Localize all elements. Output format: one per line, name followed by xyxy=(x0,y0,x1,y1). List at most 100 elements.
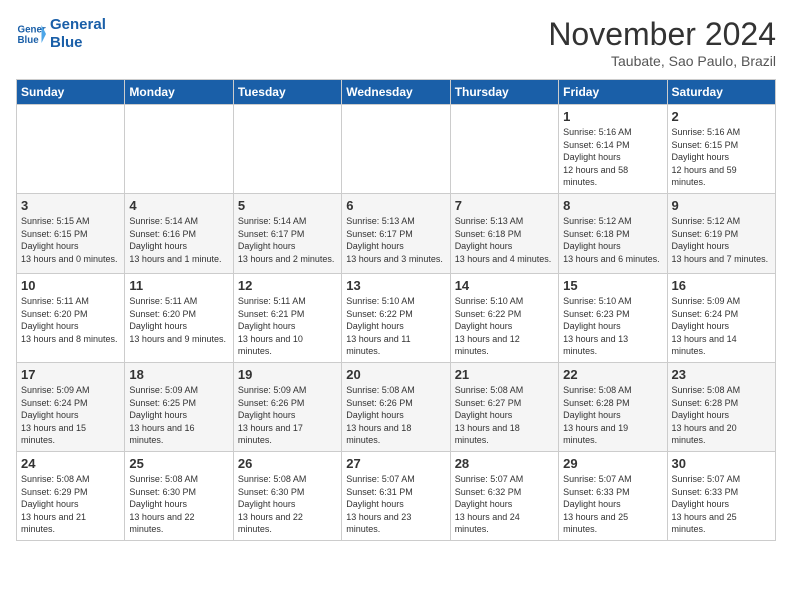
day-cell xyxy=(450,105,558,194)
day-cell: 16 Sunrise: 5:09 AM Sunset: 6:24 PM Dayl… xyxy=(667,273,775,362)
day-cell: 24 Sunrise: 5:08 AM Sunset: 6:29 PM Dayl… xyxy=(17,451,125,540)
day-cell: 27 Sunrise: 5:07 AM Sunset: 6:31 PM Dayl… xyxy=(342,451,450,540)
month-title: November 2024 xyxy=(548,16,776,53)
day-info: Sunrise: 5:10 AM Sunset: 6:22 PM Dayligh… xyxy=(346,295,445,358)
day-cell xyxy=(233,105,341,194)
day-number: 23 xyxy=(672,367,771,382)
day-cell: 23 Sunrise: 5:08 AM Sunset: 6:28 PM Dayl… xyxy=(667,362,775,451)
day-number: 25 xyxy=(129,456,228,471)
day-info: Sunrise: 5:14 AM Sunset: 6:16 PM Dayligh… xyxy=(129,215,228,265)
day-number: 29 xyxy=(563,456,662,471)
calendar-table: SundayMondayTuesdayWednesdayThursdayFrid… xyxy=(16,79,776,541)
day-number: 30 xyxy=(672,456,771,471)
day-number: 8 xyxy=(563,198,662,213)
day-cell: 8 Sunrise: 5:12 AM Sunset: 6:18 PM Dayli… xyxy=(559,193,667,273)
col-header-friday: Friday xyxy=(559,80,667,105)
day-info: Sunrise: 5:08 AM Sunset: 6:29 PM Dayligh… xyxy=(21,473,120,536)
day-cell: 13 Sunrise: 5:10 AM Sunset: 6:22 PM Dayl… xyxy=(342,273,450,362)
day-cell: 30 Sunrise: 5:07 AM Sunset: 6:33 PM Dayl… xyxy=(667,451,775,540)
day-number: 12 xyxy=(238,278,337,293)
day-cell: 14 Sunrise: 5:10 AM Sunset: 6:22 PM Dayl… xyxy=(450,273,558,362)
day-cell: 9 Sunrise: 5:12 AM Sunset: 6:19 PM Dayli… xyxy=(667,193,775,273)
day-info: Sunrise: 5:12 AM Sunset: 6:19 PM Dayligh… xyxy=(672,215,771,265)
day-number: 20 xyxy=(346,367,445,382)
day-number: 21 xyxy=(455,367,554,382)
day-info: Sunrise: 5:16 AM Sunset: 6:15 PM Dayligh… xyxy=(672,126,771,189)
day-cell: 4 Sunrise: 5:14 AM Sunset: 6:16 PM Dayli… xyxy=(125,193,233,273)
col-header-thursday: Thursday xyxy=(450,80,558,105)
day-cell: 22 Sunrise: 5:08 AM Sunset: 6:28 PM Dayl… xyxy=(559,362,667,451)
day-cell: 11 Sunrise: 5:11 AM Sunset: 6:20 PM Dayl… xyxy=(125,273,233,362)
day-info: Sunrise: 5:15 AM Sunset: 6:15 PM Dayligh… xyxy=(21,215,120,265)
day-number: 7 xyxy=(455,198,554,213)
week-row-1: 1 Sunrise: 5:16 AM Sunset: 6:14 PM Dayli… xyxy=(17,105,776,194)
day-number: 28 xyxy=(455,456,554,471)
day-info: Sunrise: 5:07 AM Sunset: 6:31 PM Dayligh… xyxy=(346,473,445,536)
logo-text-blue: Blue xyxy=(50,34,106,52)
week-row-2: 3 Sunrise: 5:15 AM Sunset: 6:15 PM Dayli… xyxy=(17,193,776,273)
day-cell: 15 Sunrise: 5:10 AM Sunset: 6:23 PM Dayl… xyxy=(559,273,667,362)
day-number: 1 xyxy=(563,109,662,124)
day-cell: 7 Sunrise: 5:13 AM Sunset: 6:18 PM Dayli… xyxy=(450,193,558,273)
day-info: Sunrise: 5:13 AM Sunset: 6:17 PM Dayligh… xyxy=(346,215,445,265)
day-info: Sunrise: 5:09 AM Sunset: 6:25 PM Dayligh… xyxy=(129,384,228,447)
day-cell: 21 Sunrise: 5:08 AM Sunset: 6:27 PM Dayl… xyxy=(450,362,558,451)
day-number: 18 xyxy=(129,367,228,382)
day-number: 14 xyxy=(455,278,554,293)
day-info: Sunrise: 5:12 AM Sunset: 6:18 PM Dayligh… xyxy=(563,215,662,265)
day-cell: 3 Sunrise: 5:15 AM Sunset: 6:15 PM Dayli… xyxy=(17,193,125,273)
day-cell xyxy=(125,105,233,194)
day-cell: 6 Sunrise: 5:13 AM Sunset: 6:17 PM Dayli… xyxy=(342,193,450,273)
col-header-monday: Monday xyxy=(125,80,233,105)
day-cell: 25 Sunrise: 5:08 AM Sunset: 6:30 PM Dayl… xyxy=(125,451,233,540)
day-info: Sunrise: 5:08 AM Sunset: 6:28 PM Dayligh… xyxy=(672,384,771,447)
day-cell: 10 Sunrise: 5:11 AM Sunset: 6:20 PM Dayl… xyxy=(17,273,125,362)
day-info: Sunrise: 5:13 AM Sunset: 6:18 PM Dayligh… xyxy=(455,215,554,265)
day-number: 6 xyxy=(346,198,445,213)
page-header: General Blue General Blue November 2024 … xyxy=(16,16,776,69)
day-cell: 26 Sunrise: 5:08 AM Sunset: 6:30 PM Dayl… xyxy=(233,451,341,540)
day-number: 13 xyxy=(346,278,445,293)
day-number: 10 xyxy=(21,278,120,293)
location: Taubate, Sao Paulo, Brazil xyxy=(548,53,776,69)
day-number: 5 xyxy=(238,198,337,213)
day-cell: 1 Sunrise: 5:16 AM Sunset: 6:14 PM Dayli… xyxy=(559,105,667,194)
week-row-5: 24 Sunrise: 5:08 AM Sunset: 6:29 PM Dayl… xyxy=(17,451,776,540)
day-number: 19 xyxy=(238,367,337,382)
calendar-header-row: SundayMondayTuesdayWednesdayThursdayFrid… xyxy=(17,80,776,105)
day-number: 26 xyxy=(238,456,337,471)
day-info: Sunrise: 5:16 AM Sunset: 6:14 PM Dayligh… xyxy=(563,126,662,189)
day-info: Sunrise: 5:11 AM Sunset: 6:21 PM Dayligh… xyxy=(238,295,337,358)
day-number: 17 xyxy=(21,367,120,382)
col-header-saturday: Saturday xyxy=(667,80,775,105)
week-row-3: 10 Sunrise: 5:11 AM Sunset: 6:20 PM Dayl… xyxy=(17,273,776,362)
day-number: 16 xyxy=(672,278,771,293)
day-cell: 5 Sunrise: 5:14 AM Sunset: 6:17 PM Dayli… xyxy=(233,193,341,273)
logo: General Blue General Blue xyxy=(16,16,106,52)
day-info: Sunrise: 5:07 AM Sunset: 6:33 PM Dayligh… xyxy=(563,473,662,536)
day-cell: 19 Sunrise: 5:09 AM Sunset: 6:26 PM Dayl… xyxy=(233,362,341,451)
day-info: Sunrise: 5:09 AM Sunset: 6:26 PM Dayligh… xyxy=(238,384,337,447)
day-info: Sunrise: 5:09 AM Sunset: 6:24 PM Dayligh… xyxy=(21,384,120,447)
day-info: Sunrise: 5:14 AM Sunset: 6:17 PM Dayligh… xyxy=(238,215,337,265)
logo-icon: General Blue xyxy=(16,19,46,49)
day-info: Sunrise: 5:11 AM Sunset: 6:20 PM Dayligh… xyxy=(21,295,120,345)
col-header-sunday: Sunday xyxy=(17,80,125,105)
day-info: Sunrise: 5:08 AM Sunset: 6:30 PM Dayligh… xyxy=(238,473,337,536)
day-cell xyxy=(17,105,125,194)
title-block: November 2024 Taubate, Sao Paulo, Brazil xyxy=(548,16,776,69)
day-info: Sunrise: 5:10 AM Sunset: 6:22 PM Dayligh… xyxy=(455,295,554,358)
svg-text:Blue: Blue xyxy=(18,35,40,46)
day-info: Sunrise: 5:07 AM Sunset: 6:32 PM Dayligh… xyxy=(455,473,554,536)
day-cell: 28 Sunrise: 5:07 AM Sunset: 6:32 PM Dayl… xyxy=(450,451,558,540)
day-cell: 2 Sunrise: 5:16 AM Sunset: 6:15 PM Dayli… xyxy=(667,105,775,194)
day-number: 11 xyxy=(129,278,228,293)
day-number: 27 xyxy=(346,456,445,471)
col-header-wednesday: Wednesday xyxy=(342,80,450,105)
day-info: Sunrise: 5:08 AM Sunset: 6:28 PM Dayligh… xyxy=(563,384,662,447)
day-cell xyxy=(342,105,450,194)
day-info: Sunrise: 5:11 AM Sunset: 6:20 PM Dayligh… xyxy=(129,295,228,345)
day-info: Sunrise: 5:07 AM Sunset: 6:33 PM Dayligh… xyxy=(672,473,771,536)
day-number: 2 xyxy=(672,109,771,124)
day-cell: 12 Sunrise: 5:11 AM Sunset: 6:21 PM Dayl… xyxy=(233,273,341,362)
